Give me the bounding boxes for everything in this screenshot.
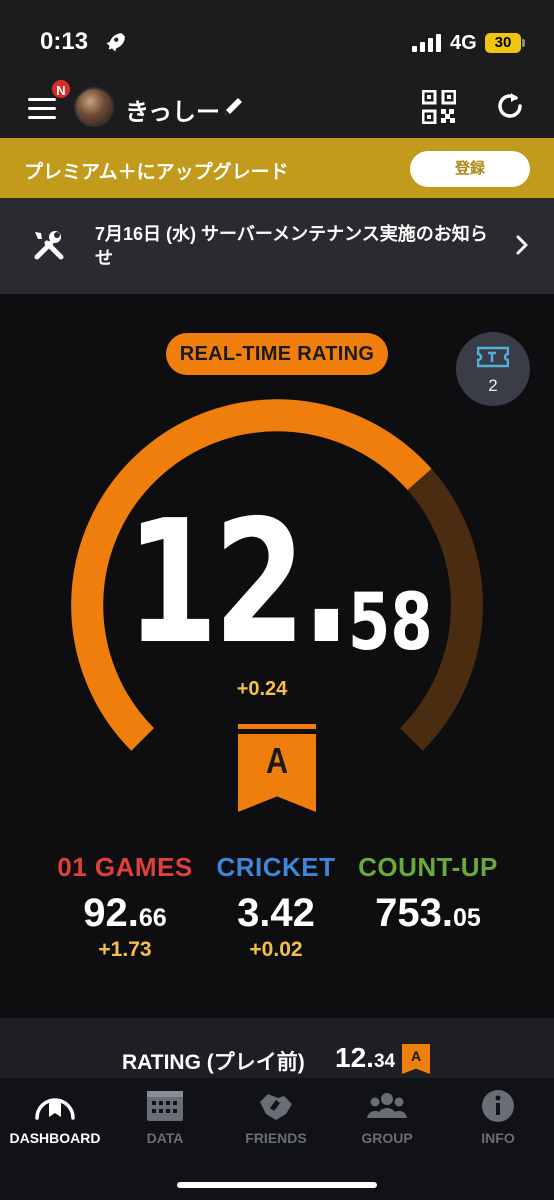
rating-before-value: 12.34: [335, 1042, 396, 1073]
friends-icon: [260, 1094, 292, 1120]
group-icon: [367, 1093, 407, 1118]
status-time: 0:13: [40, 28, 89, 55]
username[interactable]: きっしー: [125, 92, 220, 127]
rating-before-rank: A: [402, 1044, 430, 1074]
home-indicator: [177, 1182, 377, 1188]
rank-letter: A: [265, 740, 289, 781]
tab-data[interactable]: DATA: [110, 1088, 220, 1146]
qr-code-icon[interactable]: [422, 90, 456, 124]
data-icon: [147, 1091, 183, 1121]
rocket-icon: [106, 33, 125, 52]
rating-decimal: 58: [348, 578, 433, 668]
tools-icon: [34, 231, 64, 260]
dashboard-icon: [35, 1098, 75, 1120]
stat-delta: +0.02: [249, 938, 303, 961]
stat-label: COUNT-UP: [358, 852, 498, 882]
tab-group[interactable]: GROUP: [332, 1088, 442, 1146]
stat-count-up[interactable]: COUNT-UP 753.05: [338, 852, 518, 938]
tab-dashboard[interactable]: DASHBOARD: [0, 1088, 110, 1146]
rank-flag-line: [238, 724, 316, 729]
tab-label: GROUP: [361, 1130, 413, 1146]
chevron-right-icon: [516, 235, 528, 255]
tab-friends[interactable]: FRIENDS: [221, 1088, 331, 1146]
ticket-icon: [477, 346, 509, 368]
app-header: N きっしー: [0, 78, 554, 138]
stat-value: 753.05: [375, 891, 481, 935]
rating-before-label: RATING (プレイ前): [122, 1051, 305, 1074]
pencil-icon[interactable]: [222, 94, 246, 118]
info-icon: [482, 1090, 514, 1122]
tab-label: DASHBOARD: [9, 1130, 101, 1146]
tab-label: DATA: [146, 1130, 184, 1146]
tab-info[interactable]: INFO: [443, 1088, 553, 1146]
rating-integer: 12.: [126, 484, 352, 682]
refresh-icon[interactable]: [494, 90, 526, 122]
battery-indicator: 30: [485, 33, 521, 53]
notification-badge: N: [50, 78, 72, 100]
status-bar: 0:13 4G 30: [0, 0, 554, 80]
rating-before-play: RATING (プレイ前) 12.34 A: [0, 1018, 554, 1078]
premium-upgrade-text: プレミアム＋にアップグレード: [24, 162, 289, 183]
register-button[interactable]: 登録: [410, 151, 530, 187]
avatar[interactable]: [74, 87, 114, 127]
network-type: 4G: [450, 32, 477, 54]
rating-delta: +0.24: [236, 678, 288, 700]
maintenance-notice[interactable]: 7月16日 (水) サーバーメンテナンス実施のお知らせ: [0, 198, 554, 294]
menu-icon[interactable]: [28, 98, 56, 120]
tab-label: INFO: [481, 1130, 515, 1146]
tab-label: FRIENDS: [245, 1130, 307, 1146]
premium-banner: プレミアム＋にアップグレード 登録: [0, 138, 554, 198]
real-time-rating-label: REAL-TIME RATING: [166, 333, 388, 375]
signal-icon: [412, 34, 441, 52]
battery-tip: [522, 39, 525, 47]
notice-text: 7月16日 (水) サーバーメンテナンス実施のお知らせ: [95, 224, 488, 268]
